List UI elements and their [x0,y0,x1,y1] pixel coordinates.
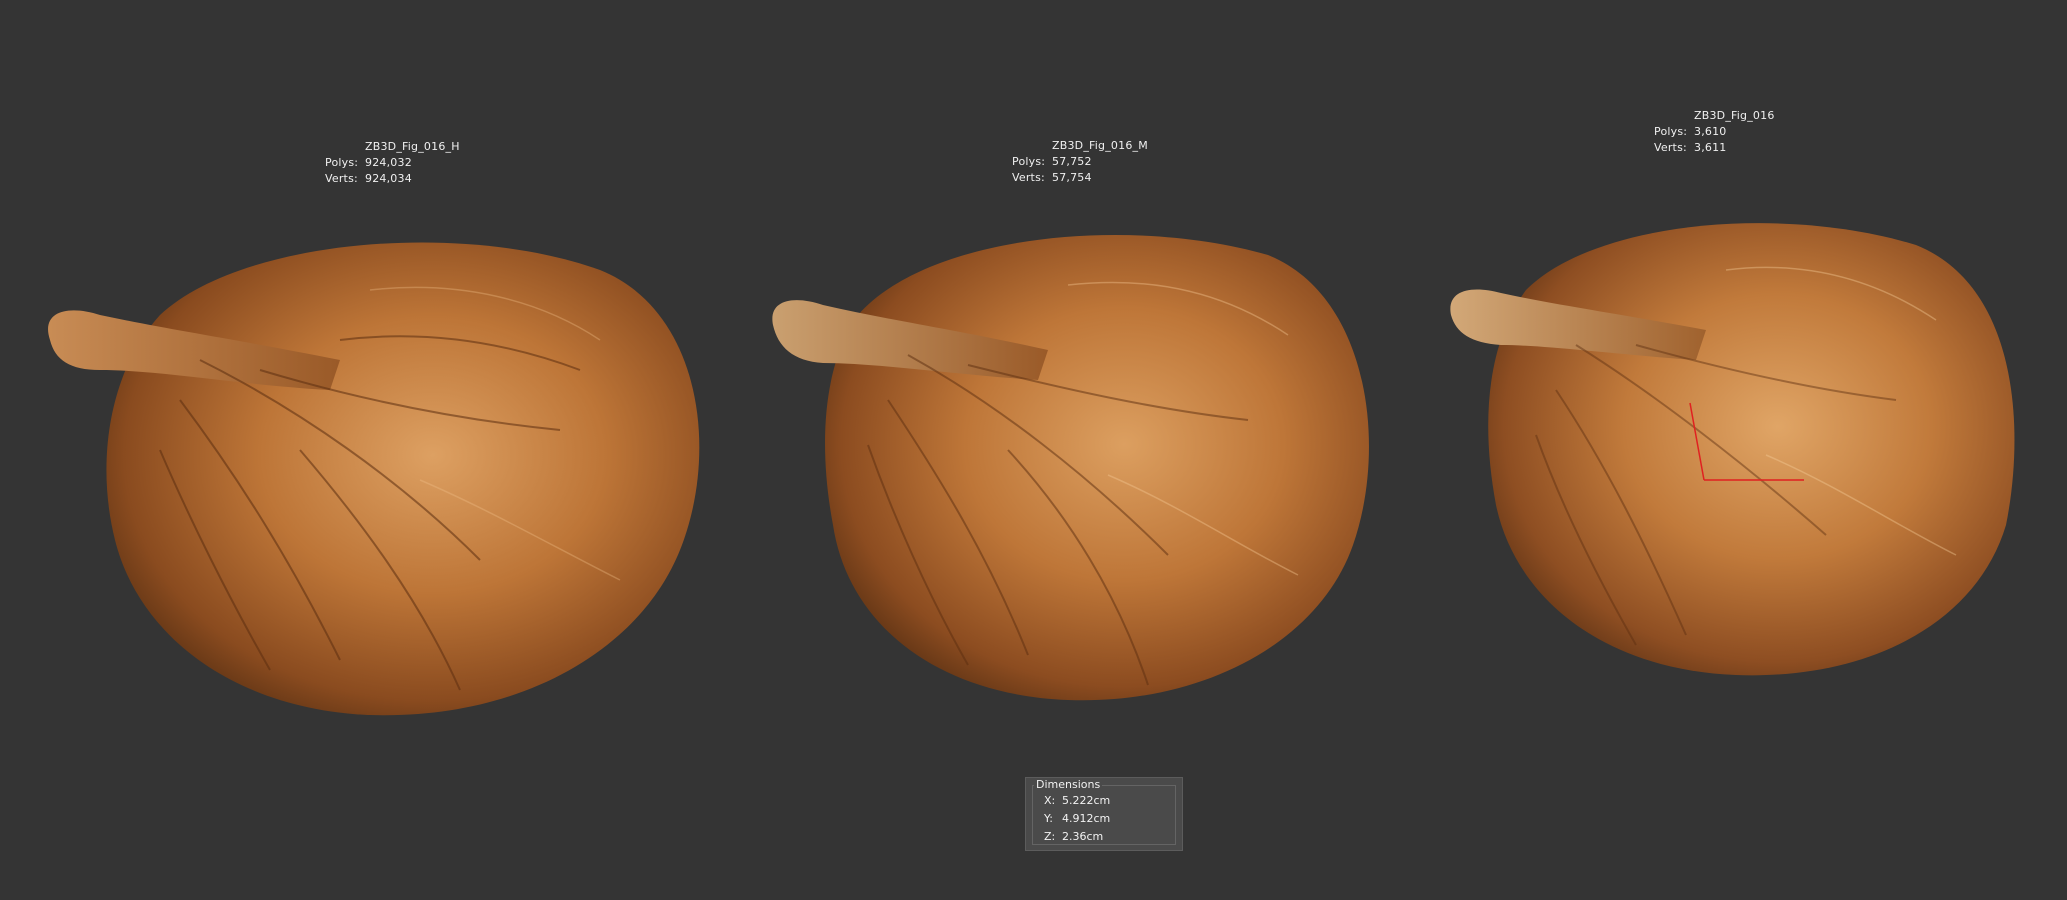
model-stats-low: ZB3D_Fig_016 Polys: 3,610 Verts: 3,611 [1654,108,1775,156]
model-name: ZB3D_Fig_016 [1694,109,1775,122]
dimension-x-label: X: [1044,794,1056,807]
dimensions-title: Dimensions [1034,778,1103,792]
verts-label: Verts: [1012,171,1045,184]
verts-row: Verts: 57,754 [1012,170,1148,186]
polys-value: 924,032 [365,156,412,169]
fig-mesh-low [1450,223,2015,676]
dimension-x-row: X: 5.222cm [1044,794,1110,808]
verts-label: Verts: [1654,141,1687,154]
verts-label: Verts: [325,172,358,185]
fig-model-high[interactable] [40,220,710,730]
polys-row: Polys: 57,752 [1012,154,1148,170]
polys-row: Polys: 924,032 [325,155,460,171]
polys-label: Polys: [1012,155,1046,168]
dimension-z-label: Z: [1044,830,1056,843]
model-stats-mid: ZB3D_Fig_016_M Polys: 57,752 Verts: 57,7… [1012,138,1148,186]
dimensions-panel: Dimensions X: 5.222cm Y: 4.912cm Z: 2.36… [1025,777,1183,851]
model-stats-high: ZB3D_Fig_016_H Polys: 924,032 Verts: 924… [325,139,460,187]
fig-mesh-high [48,242,700,716]
viewport[interactable]: ZB3D_Fig_016_H Polys: 924,032 Verts: 924… [0,0,2067,900]
dimension-y-label: Y: [1044,812,1053,825]
polys-row: Polys: 3,610 [1654,124,1775,140]
polys-value: 57,752 [1052,155,1092,168]
dimension-y-value: 4.912cm [1062,812,1111,825]
dimension-z-row: Z: 2.36cm [1044,830,1103,844]
verts-row: Verts: 924,034 [325,171,460,187]
verts-value: 924,034 [365,172,412,185]
model-name: ZB3D_Fig_016_H [365,140,460,153]
dimension-y-row: Y: 4.912cm [1044,812,1110,826]
model-name: ZB3D_Fig_016_M [1052,139,1148,152]
dimension-z-value: 2.36cm [1062,830,1104,843]
polys-label: Polys: [1654,125,1688,138]
fig-model-mid[interactable] [768,215,1378,710]
verts-row: Verts: 3,611 [1654,140,1775,156]
polys-label: Polys: [325,156,359,169]
polys-value: 3,610 [1694,125,1727,138]
dimension-x-value: 5.222cm [1062,794,1111,807]
fig-mesh-mid [772,235,1369,701]
fig-model-low[interactable] [1446,205,2026,685]
verts-value: 57,754 [1052,171,1092,184]
verts-value: 3,611 [1694,141,1727,154]
